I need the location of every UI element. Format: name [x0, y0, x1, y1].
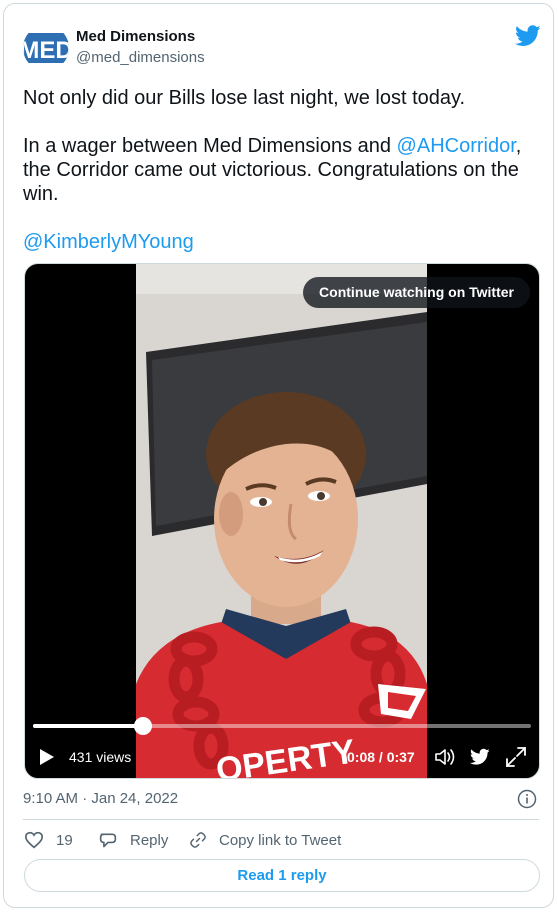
video-scrubber[interactable]	[33, 717, 531, 735]
avatar[interactable]: MED	[23, 25, 69, 71]
info-icon[interactable]	[517, 789, 537, 809]
tweet-text: Not only did our Bills lose last night, …	[23, 86, 535, 254]
view-count: 431 views	[69, 749, 132, 765]
avatar-logo-text: MED	[23, 37, 69, 64]
tweet-line-1: Not only did our Bills lose last night, …	[23, 87, 466, 109]
volume-icon[interactable]	[434, 747, 456, 767]
copy-link-button[interactable]: Copy link to Tweet	[189, 829, 341, 851]
tweet-paragraph-2: In a wager between Med Dimensions and @A…	[23, 134, 535, 206]
link-icon	[190, 832, 206, 848]
reply-button[interactable]: Reply	[98, 829, 168, 851]
video-time: 0:08 / 0:37	[347, 749, 415, 765]
video-frame[interactable]: OPERTY	[136, 264, 427, 778]
mention-ahcorridor[interactable]: @AHCorridor	[397, 135, 516, 157]
twitter-bird-icon[interactable]	[514, 25, 541, 47]
play-icon[interactable]	[39, 748, 55, 766]
tweet-timestamp[interactable]: 9:10 AM · Jan 24, 2022	[23, 790, 178, 807]
expand-icon[interactable]	[505, 746, 527, 768]
video-player[interactable]: OPERTY Continue watching on Twitter 431 …	[24, 263, 540, 779]
copy-link-label: Copy link to Tweet	[219, 831, 342, 849]
author-handle[interactable]: @med_dimensions	[76, 49, 205, 66]
author-name[interactable]: Med Dimensions	[76, 28, 195, 45]
mention-kimberlymyoung[interactable]: @KimberlyMYoung	[23, 231, 194, 253]
divider	[23, 819, 539, 820]
like-count: 19	[56, 831, 73, 849]
scrubber-progress	[33, 724, 143, 728]
tweet-text-segment: In a wager between Med Dimensions and	[23, 135, 397, 157]
video-still-image: OPERTY	[136, 264, 427, 778]
reply-bubble-icon	[99, 833, 117, 848]
video-twitter-bird-icon[interactable]	[469, 748, 490, 766]
read-reply-button[interactable]: Read 1 reply	[24, 859, 540, 892]
like-button[interactable]: 19	[24, 829, 73, 851]
reply-label: Reply	[130, 831, 169, 849]
continue-watching-button[interactable]: Continue watching on Twitter	[303, 277, 530, 308]
scrubber-handle[interactable]	[133, 717, 152, 735]
tweet-card: MED Med Dimensions @med_dimensions Not o…	[3, 3, 554, 908]
heart-icon	[24, 831, 44, 849]
